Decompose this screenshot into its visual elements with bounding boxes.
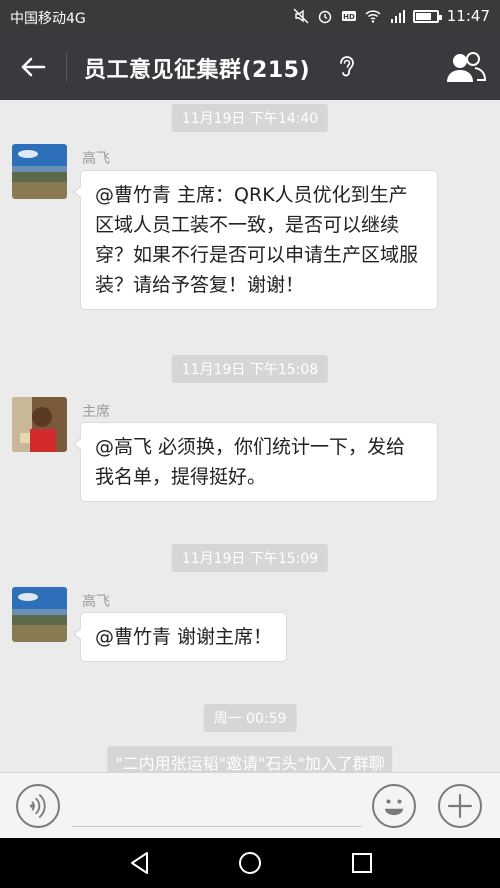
alarm-icon [318, 10, 331, 24]
plus-icon[interactable] [438, 784, 482, 828]
chat-area[interactable]: 11月19日 下午14:40 高飞 @曹竹青 主席：QRK人员优化到生产区域人员… [0, 100, 500, 772]
nav-back-icon[interactable] [127, 850, 153, 876]
group-members-icon[interactable] [446, 50, 486, 84]
battery-icon [412, 9, 442, 23]
timestamp: 11月19日 下午15:08 [171, 355, 329, 383]
signal-icon [390, 10, 405, 23]
sender-name: 高飞 [82, 594, 110, 610]
message-bubble[interactable]: @曹竹青 主席：QRK人员优化到生产区域人员工装不一致，是否可以继续穿？如果不行… [73, 170, 438, 310]
wifi-icon [365, 10, 381, 23]
svg-text:HD: HD [343, 13, 355, 21]
clock: 11:47 [446, 7, 490, 25]
hd-icon: HD [341, 11, 356, 21]
avatar[interactable] [12, 144, 67, 199]
status-bar: 中国移动4G HD 11:47 [0, 0, 500, 34]
timestamp: 11月19日 下午15:09 [171, 544, 329, 572]
sender-name: 主席 [82, 404, 110, 420]
sender-name: 高飞 [82, 151, 110, 167]
header-divider [66, 52, 67, 82]
message-input[interactable] [72, 787, 362, 827]
nav-recent-icon[interactable] [349, 850, 375, 876]
chat-header: 员工意见征集群(215) [0, 34, 500, 100]
mute-icon [293, 8, 309, 24]
carrier-label: 中国移动4G [10, 11, 86, 27]
avatar[interactable] [12, 397, 67, 452]
message-bubble[interactable]: @高飞 必须换，你们统计一下，发给我名单，提得挺好。 [73, 422, 438, 502]
system-nav-bar [0, 838, 500, 888]
voice-icon[interactable] [16, 784, 60, 828]
emoji-icon[interactable] [372, 784, 416, 828]
status-icons: HD 11:47 [293, 7, 490, 25]
page-title: 员工意见征集群(215) [84, 58, 311, 83]
input-bar [0, 772, 500, 838]
timestamp: 周一 00:59 [203, 704, 297, 732]
system-notice: "二内用张运韬"邀请"石头"加入了群聊 [107, 746, 393, 772]
avatar[interactable] [12, 587, 67, 642]
timestamp: 11月19日 下午14:40 [171, 104, 329, 132]
ear-icon [340, 56, 354, 77]
message-bubble[interactable]: @曹竹青 谢谢主席！ [72, 612, 288, 662]
nav-home-icon[interactable] [237, 850, 263, 876]
back-arrow-icon[interactable] [18, 52, 48, 82]
